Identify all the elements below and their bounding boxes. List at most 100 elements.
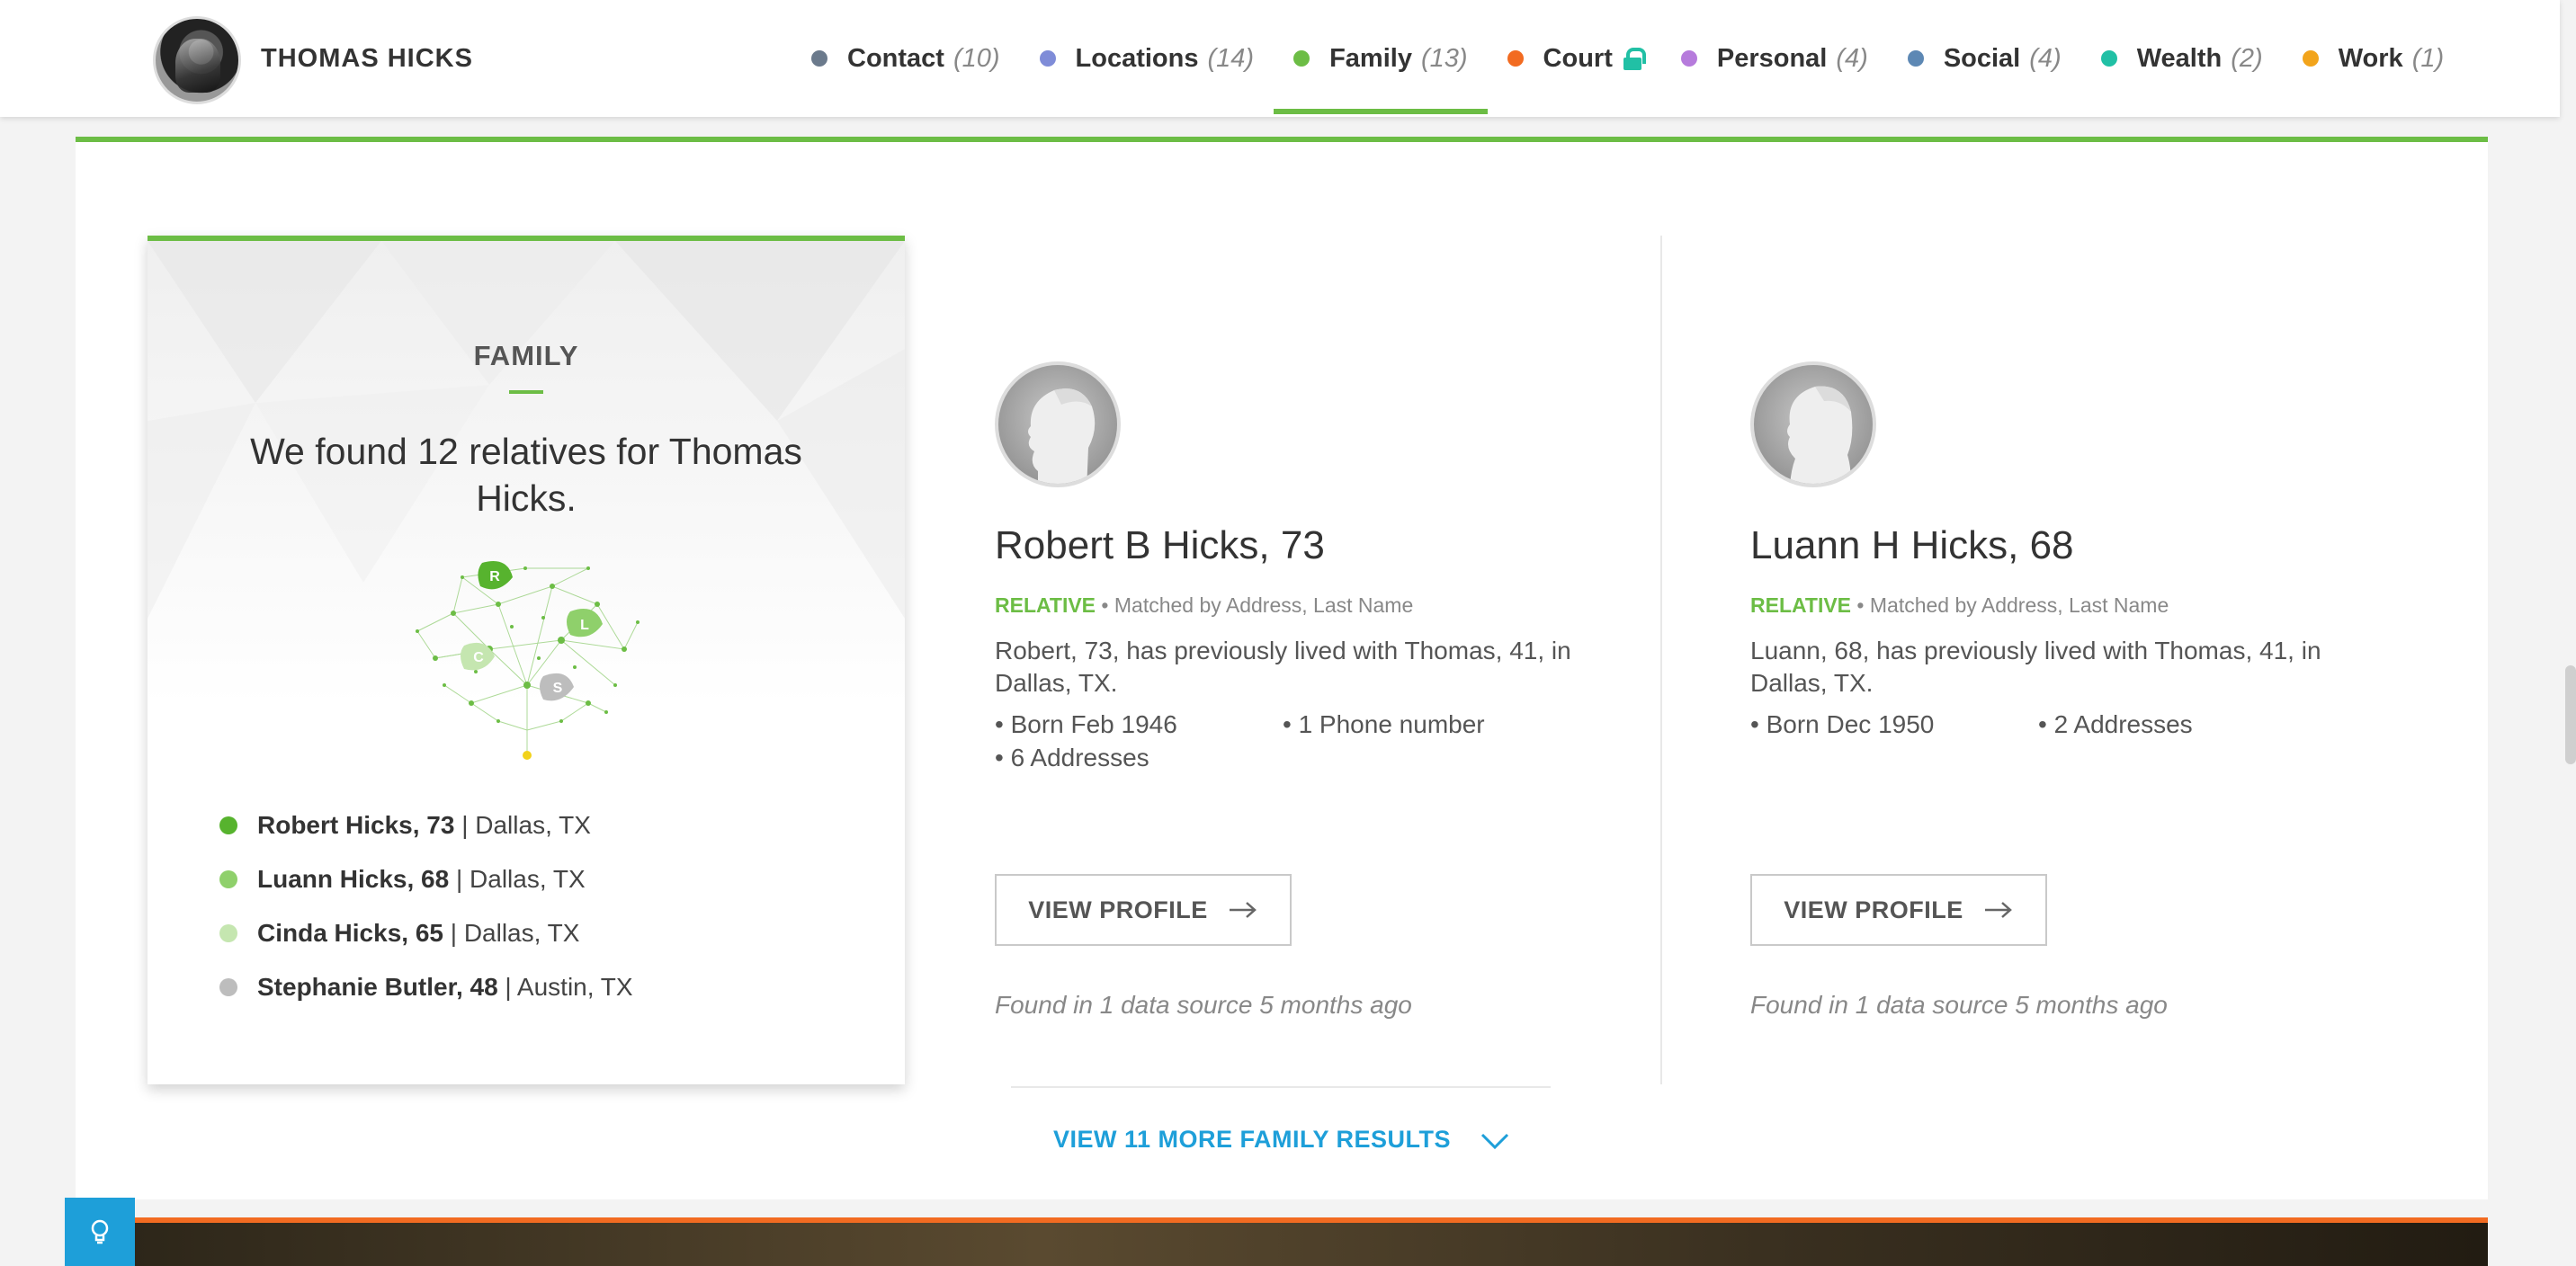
relationship-tag: RELATIVE xyxy=(1750,593,1852,617)
card-divider xyxy=(1660,236,1662,1084)
relative-name: Cinda Hicks, 65 xyxy=(257,919,443,947)
nav-tab-social[interactable]: Social (4) xyxy=(1888,0,2081,117)
nav-dot-family xyxy=(1293,50,1310,67)
leaf-s: S xyxy=(540,673,574,701)
fact-addresses: • 6 Addresses xyxy=(995,744,1149,771)
male-avatar-placeholder xyxy=(995,361,1121,487)
nav-tab-wealth[interactable]: Wealth (2) xyxy=(2081,0,2283,117)
relative-location: | Dallas, TX xyxy=(461,811,591,839)
nav-dot-locations xyxy=(1039,50,1056,67)
relative-dot xyxy=(219,978,237,996)
nav-tab-personal[interactable]: Personal (4) xyxy=(1661,0,1888,117)
relative-item[interactable]: Cinda Hicks, 65 | Dallas, TX xyxy=(219,906,633,960)
nav-dot-personal xyxy=(1680,50,1697,67)
person-silhouette-icon xyxy=(1787,386,1853,484)
relative-dot xyxy=(219,924,237,942)
match-info: RELATIVE • Matched by Address, Last Name xyxy=(995,593,1413,618)
family-summary-card: FAMILY We found 12 relatives for Thomas … xyxy=(148,236,905,1084)
svg-text:R: R xyxy=(489,569,500,584)
section-nav: Contact (10) Locations (14) Family (13) … xyxy=(792,0,2464,117)
family-tree-icon: R L C S xyxy=(416,561,640,760)
relative-card: Luann H Hicks, 68 RELATIVE • Matched by … xyxy=(1750,236,2380,1084)
relative-dot xyxy=(219,816,237,834)
nav-dot-contact xyxy=(811,50,827,67)
fact-birth: • Born Feb 1946 xyxy=(995,710,1177,738)
view-profile-button[interactable]: VIEW PROFILE xyxy=(1750,874,2047,946)
nav-label: Social xyxy=(1943,43,2021,73)
nav-label: Court xyxy=(1543,43,1613,73)
family-heading: FAMILY xyxy=(473,340,579,371)
nav-tab-work[interactable]: Work (1) xyxy=(2283,0,2464,117)
lightbulb-icon xyxy=(91,1219,109,1244)
nav-label: Personal xyxy=(1716,43,1828,73)
leaf-r: R xyxy=(478,561,513,590)
relative-name: Luann Hicks, 68 xyxy=(257,865,450,893)
relative-location: | Austin, TX xyxy=(505,973,633,1001)
button-label: VIEW PROFILE xyxy=(1784,896,1963,923)
fact-phone: • 1 Phone number xyxy=(1283,710,1485,738)
leaf-l: L xyxy=(567,609,603,637)
nav-dot-work xyxy=(2302,50,2319,67)
nav-count: (1) xyxy=(2411,43,2445,73)
relative-description: Luann, 68, has previously lived with Tho… xyxy=(1750,637,2321,697)
match-reason: • Matched by Address, Last Name xyxy=(1856,593,2169,617)
family-section: FAMILY We found 12 relatives for Thomas … xyxy=(76,137,2488,1199)
button-label: VIEW PROFILE xyxy=(1028,896,1208,923)
top-navigation-bar: THOMAS HICKS Contact (10) Locations (14)… xyxy=(0,0,2560,117)
fact-addresses: • 2 Addresses xyxy=(2038,710,2193,738)
view-more-family-link[interactable]: VIEW 11 MORE FAMILY RESULTS xyxy=(76,1126,2488,1154)
nav-count: (4) xyxy=(1836,43,1868,73)
relative-name: Luann H Hicks, 68 xyxy=(1750,523,2074,567)
data-source-note: Found in 1 data source 5 months ago xyxy=(1750,991,2168,1019)
relative-description: Robert, 73, has previously lived with Th… xyxy=(995,637,1571,697)
scrollbar-thumb[interactable] xyxy=(2565,665,2576,764)
relative-location: | Dallas, TX xyxy=(450,919,580,947)
relative-item[interactable]: Stephanie Butler, 48 | Austin, TX xyxy=(219,960,633,1014)
view-more-label: VIEW 11 MORE FAMILY RESULTS xyxy=(1052,1126,1452,1153)
nav-dot-wealth xyxy=(2100,50,2117,67)
relative-location: | Dallas, TX xyxy=(455,865,586,893)
nav-tab-contact[interactable]: Contact (10) xyxy=(792,0,1020,117)
relatives-list: Robert Hicks, 73 | Dallas, TX Luann Hick… xyxy=(219,798,633,1014)
nav-dot-social xyxy=(1907,50,1924,67)
nav-count: (4) xyxy=(2029,43,2062,73)
arrow-right-icon xyxy=(1984,902,2012,918)
female-avatar-placeholder xyxy=(1750,361,1876,487)
heading-underline xyxy=(509,390,543,394)
tips-button[interactable] xyxy=(65,1198,135,1266)
nav-dot-court xyxy=(1507,50,1524,67)
nav-label: Family xyxy=(1329,43,1412,73)
relationship-tag: RELATIVE xyxy=(995,593,1096,617)
profile-avatar[interactable] xyxy=(153,16,241,104)
arrow-right-icon xyxy=(1229,902,1257,918)
nav-tab-locations[interactable]: Locations (14) xyxy=(1020,0,1275,117)
relative-item[interactable]: Luann Hicks, 68 | Dallas, TX xyxy=(219,852,633,906)
svg-text:L: L xyxy=(580,618,589,633)
relative-dot xyxy=(219,870,237,888)
nav-label: Locations xyxy=(1075,43,1199,73)
match-info: RELATIVE • Matched by Address, Last Name xyxy=(1750,593,2169,618)
relatives-summary-text: We found 12 relatives for Thomas Hicks. xyxy=(250,431,802,519)
person-name: THOMAS HICKS xyxy=(261,44,473,73)
nav-tab-court[interactable]: Court xyxy=(1488,0,1661,117)
results-divider xyxy=(1011,1086,1551,1088)
relative-name: Robert B Hicks, 73 xyxy=(995,523,1325,567)
person-silhouette-icon xyxy=(1028,388,1096,484)
nav-count: (2) xyxy=(2231,43,2263,73)
data-source-note: Found in 1 data source 5 months ago xyxy=(995,991,1412,1019)
nav-label: Contact xyxy=(847,43,944,73)
svg-text:S: S xyxy=(553,681,563,696)
nav-count: (13) xyxy=(1420,43,1468,73)
match-reason: • Matched by Address, Last Name xyxy=(1101,593,1414,617)
lock-icon xyxy=(1623,48,1646,70)
nav-count: (10) xyxy=(953,43,1000,73)
relative-item[interactable]: Robert Hicks, 73 | Dallas, TX xyxy=(219,798,633,852)
view-profile-button[interactable]: VIEW PROFILE xyxy=(995,874,1292,946)
relative-name: Stephanie Butler, 48 xyxy=(257,973,498,1001)
next-section-background xyxy=(76,1223,2488,1266)
chevron-down-icon xyxy=(1480,1133,1509,1149)
nav-tab-family[interactable]: Family (13) xyxy=(1274,0,1488,117)
fact-birth: • Born Dec 1950 xyxy=(1750,710,1935,738)
nav-count: (14) xyxy=(1207,43,1255,73)
relative-name: Robert Hicks, 73 xyxy=(257,811,455,839)
